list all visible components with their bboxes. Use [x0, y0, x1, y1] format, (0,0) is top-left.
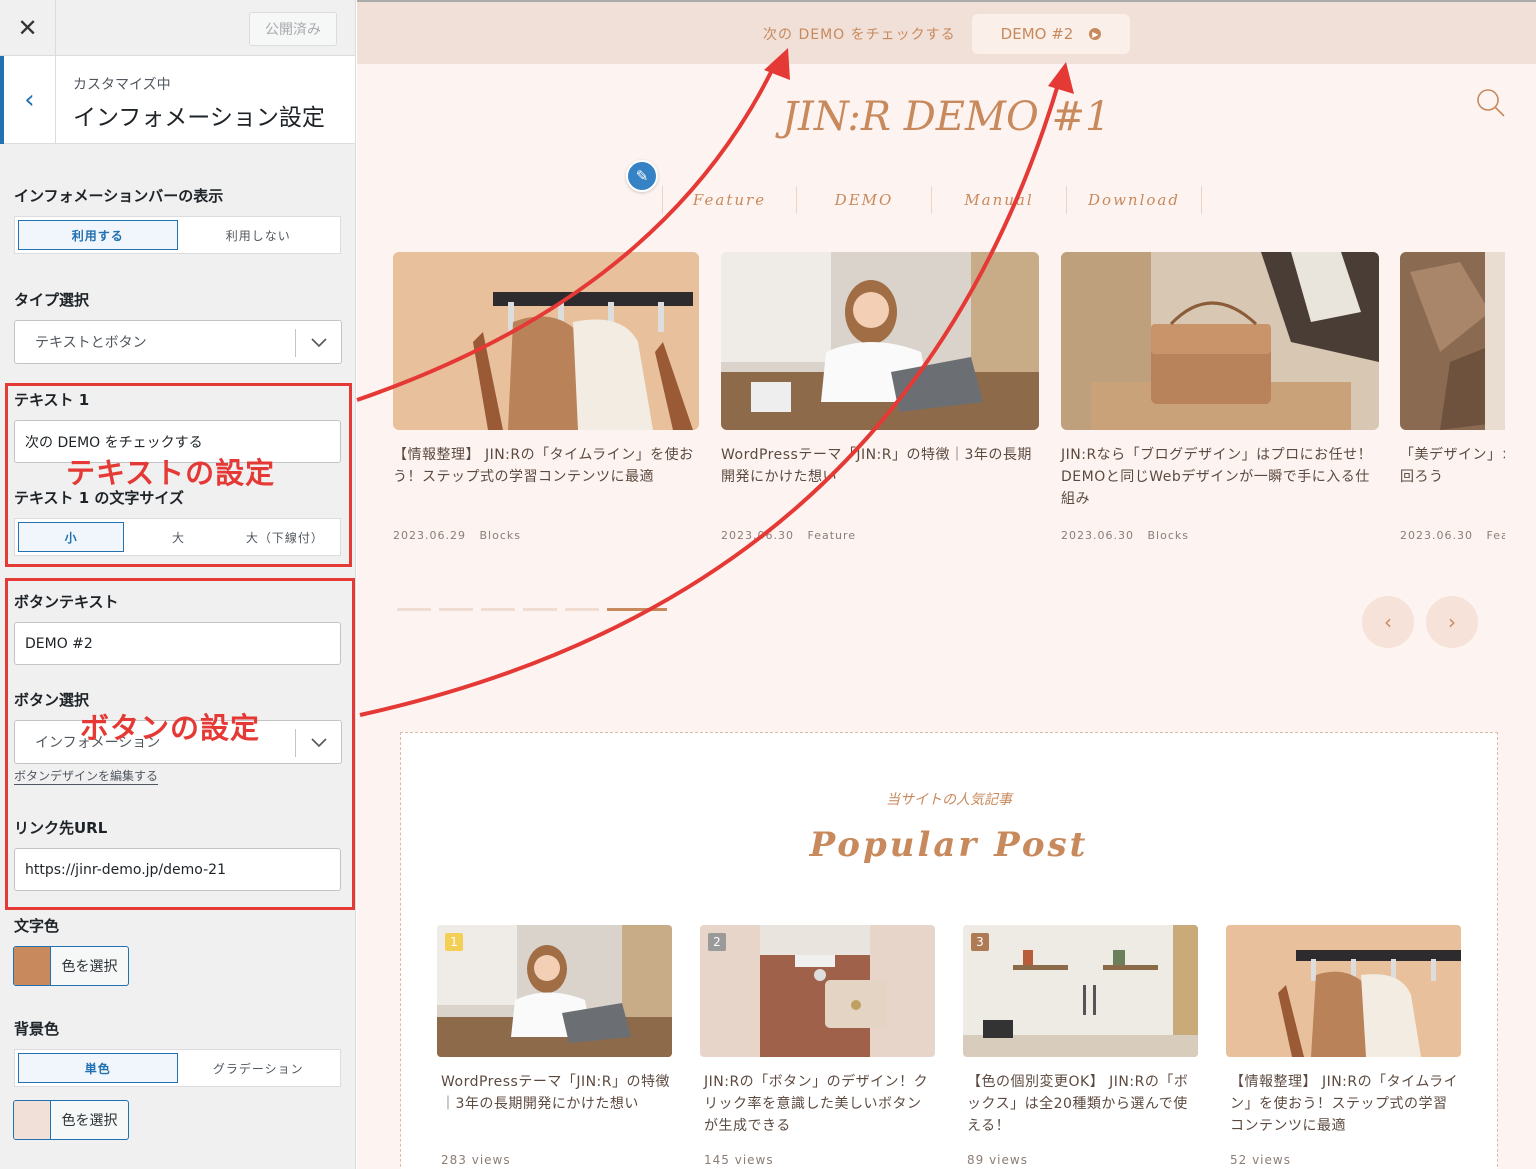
text-setting-annotation: テキストの設定 [66, 456, 276, 490]
slider-dot[interactable] [565, 608, 599, 611]
post-meta: 2023.06.29 Blocks [393, 529, 521, 542]
back-chevron-icon[interactable]: ‹ [0, 56, 56, 144]
popular-title: Popular Post [809, 825, 1089, 865]
text-color-swatch [14, 947, 51, 985]
post-meta: 2023.06.30 Feature [721, 529, 856, 542]
site-logo[interactable]: JIN:R DEMO #1 [782, 94, 1110, 140]
popular-post-card[interactable]: 1 WordPressテーマ「JIN:R」の特徴｜3年の長期開発にかけた想い 2… [437, 925, 672, 1167]
post-date: 2023.06.30 [721, 529, 794, 542]
rank-badge: 2 [708, 933, 726, 951]
arrow-right-circle-icon: ▶ [1089, 28, 1102, 40]
nav-item-feature[interactable]: Feature [662, 186, 797, 214]
post-meta: 2023.06.30 Feature [1400, 529, 1505, 542]
chevron-down-icon [295, 329, 341, 357]
rank-badge: 3 [971, 933, 989, 951]
color-select-label: 色を選択 [61, 1113, 118, 1129]
post-card[interactable]: 「美デザイン」×「速いサイト」で、有利に立ち回ろう 2023.06.30 Fea… [1400, 252, 1505, 552]
section-title: インフォメーション設定 [73, 105, 325, 131]
popular-post-card[interactable]: 【情報整理】 JIN:Rの「タイムライン」を使おう！ステップ式の学習コンテンツに… [1226, 925, 1461, 1167]
popular-posts-section: 当サイトの人気記事 Popular Post 1 WordPressテーマ「JI… [400, 732, 1498, 1169]
post-views: 283 views [441, 1153, 511, 1167]
slider-next-icon[interactable]: › [1426, 596, 1478, 648]
text-color-button[interactable]: 色を選択 [13, 946, 129, 986]
customizer-header: ✕ 公開済み [0, 0, 355, 56]
bg-solid-option[interactable]: 単色 [18, 1053, 178, 1083]
info-bar-text: 次の DEMO をチェックする [763, 27, 956, 43]
publish-button[interactable]: 公開済み [249, 12, 337, 46]
nav-item-manual[interactable]: Manual [932, 186, 1067, 214]
post-title: JIN:Rの「ボタン」のデザイン！クリック率を意識した美しいボタンが生成できる [704, 1074, 929, 1134]
info-bar-nouse-option[interactable]: 利用しない [180, 220, 338, 250]
post-thumbnail [393, 252, 699, 430]
post-views: 145 views [704, 1153, 774, 1167]
post-title: 【情報整理】 JIN:Rの「タイムライン」を使おう！ステップ式の学習コンテンツに… [1230, 1074, 1459, 1134]
post-title: JIN:Rなら「ブログデザイン」はプロにお任せ！DEMOと同じWebデザインが一… [1061, 447, 1373, 507]
info-bar-use-option[interactable]: 利用する [18, 220, 178, 250]
popular-post-card[interactable]: 3 【色の個別変更OK】 JIN:Rの「ボックス」は全20種類から選んで使える！… [963, 925, 1198, 1167]
global-nav: Feature DEMO Manual Download [662, 186, 1202, 214]
bg-color-swatch [14, 1101, 51, 1139]
post-title: 「美デザイン」×「速いサイト」で、有利に立ち回ろう [1400, 447, 1505, 485]
info-bar-button-label: DEMO #2 [1000, 25, 1074, 43]
slider-prev-icon[interactable]: ‹ [1362, 596, 1414, 648]
site-preview: 次の DEMO をチェックする DEMO #2 ▶ JIN:R DEMO #1 … [357, 0, 1536, 1169]
post-date: 2023.06.30 [1400, 529, 1473, 542]
post-title: WordPressテーマ「JIN:R」の特徴｜3年の長期開発にかけた想い [721, 447, 1032, 485]
slider-dot-active[interactable] [607, 608, 667, 611]
bg-gradient-option[interactable]: グラデーション [180, 1053, 338, 1083]
post-date: 2023.06.29 [393, 529, 466, 542]
type-select-label: タイプ選択 [14, 291, 90, 309]
slider-dot[interactable] [523, 608, 557, 611]
customizing-label: カスタマイズ中 [73, 77, 171, 93]
type-select[interactable]: テキストとボタン [14, 320, 342, 364]
type-select-value: テキストとボタン [35, 335, 147, 351]
bg-color-label: 背景色 [14, 1020, 60, 1038]
post-card[interactable]: WordPressテーマ「JIN:R」の特徴｜3年の長期開発にかけた想い 202… [721, 252, 1039, 542]
close-icon[interactable]: ✕ [0, 0, 56, 56]
post-category: Feature [807, 529, 857, 542]
post-thumbnail [1061, 252, 1379, 430]
slider-pagination [397, 608, 667, 611]
post-card[interactable]: 【情報整理】 JIN:Rの「タイムライン」を使おう！ステップ式の学習コンテンツに… [393, 252, 699, 542]
post-views: 52 views [1230, 1153, 1291, 1167]
post-thumbnail [721, 252, 1039, 430]
info-bar-toggle: 利用する 利用しない [14, 216, 341, 254]
post-title: 【色の個別変更OK】 JIN:Rの「ボックス」は全20種類から選んで使える！ [967, 1074, 1189, 1134]
post-thumbnail: 1 [437, 925, 672, 1057]
post-card[interactable]: JIN:Rなら「ブログデザイン」はプロにお任せ！DEMOと同じWebデザインが一… [1061, 252, 1379, 542]
nav-item-download[interactable]: Download [1067, 186, 1202, 214]
post-thumbnail: 2 [700, 925, 935, 1057]
post-category: Blocks [1147, 529, 1189, 542]
text-color-label: 文字色 [14, 917, 60, 935]
info-bar-label: インフォメーションバーの表示 [14, 187, 224, 205]
button-setting-annotation: ボタンの設定 [80, 711, 261, 745]
post-title: 【情報整理】 JIN:Rの「タイムライン」を使おう！ステップ式の学習コンテンツに… [393, 447, 694, 485]
popular-subtitle: 当サイトの人気記事 [886, 792, 1012, 808]
post-thumbnail [1400, 252, 1505, 430]
info-bar-button[interactable]: DEMO #2 ▶ [972, 14, 1130, 54]
edit-pencil-icon[interactable]: ✎ [626, 160, 658, 192]
post-category: Blocks [479, 529, 521, 542]
popular-post-card[interactable]: 2 JIN:Rの「ボタン」のデザイン！クリック率を意識した美しいボタンが生成でき… [700, 925, 935, 1167]
section-header: ‹ カスタマイズ中 インフォメーション設定 [0, 56, 355, 144]
post-title: WordPressテーマ「JIN:R」の特徴｜3年の長期開発にかけた想い [441, 1074, 671, 1112]
nav-item-demo[interactable]: DEMO [797, 186, 932, 214]
color-select-label: 色を選択 [61, 959, 118, 975]
slider-dot[interactable] [439, 608, 473, 611]
bg-color-button[interactable]: 色を選択 [13, 1100, 129, 1140]
post-thumbnail: 3 [963, 925, 1198, 1057]
information-bar: 次の DEMO をチェックする DEMO #2 ▶ [357, 0, 1536, 64]
bg-type-toggle: 単色 グラデーション [14, 1049, 341, 1087]
slider-dot[interactable] [397, 608, 431, 611]
post-thumbnail [1226, 925, 1461, 1057]
rank-badge: 1 [445, 933, 463, 951]
post-category: Feature [1486, 529, 1505, 542]
post-meta: 2023.06.30 Blocks [1061, 529, 1189, 542]
search-icon[interactable] [1476, 88, 1506, 122]
post-views: 89 views [967, 1153, 1028, 1167]
post-date: 2023.06.30 [1061, 529, 1134, 542]
slider-dot[interactable] [481, 608, 515, 611]
